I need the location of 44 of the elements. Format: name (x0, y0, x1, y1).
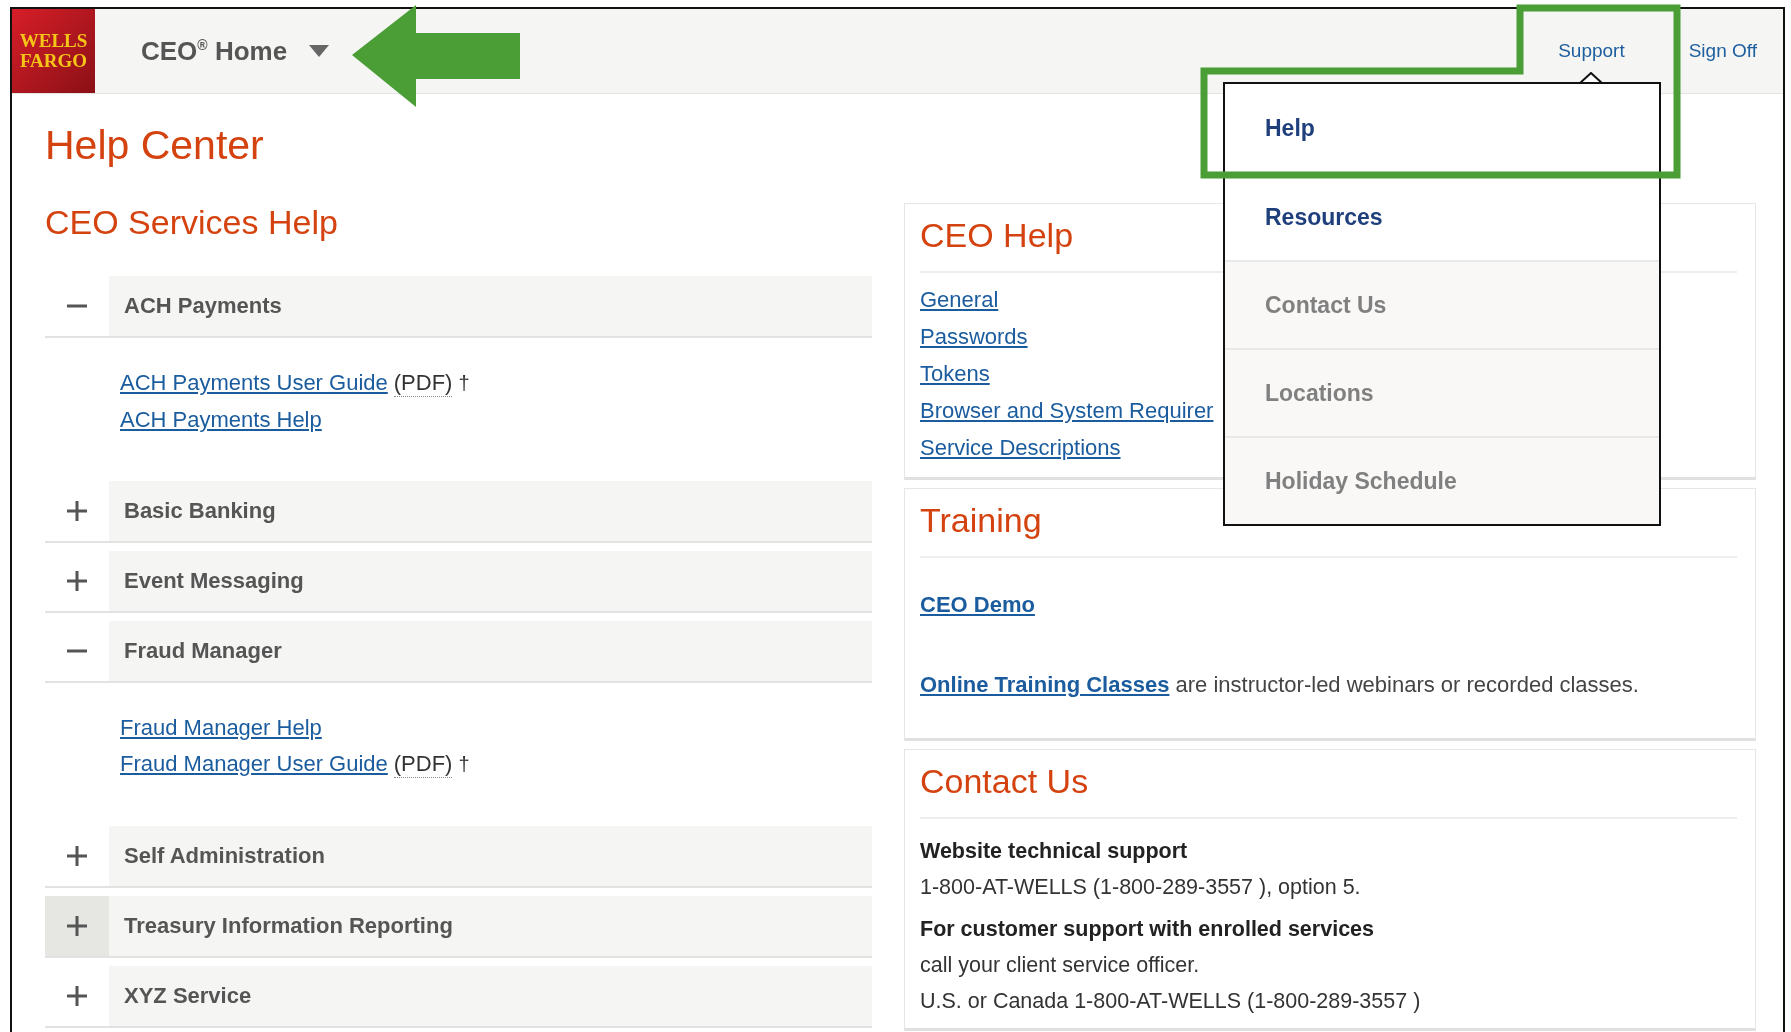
plus-icon[interactable] (67, 846, 87, 866)
accordion-header[interactable]: Treasury Information Reporting (109, 896, 872, 956)
contact-heading: For customer support with enrolled services (920, 917, 1375, 942)
menu-item[interactable]: Contact Us (1225, 260, 1659, 348)
accordion-header[interactable]: XYZ Service (109, 966, 872, 1026)
help-link[interactable]: ACH Payments User Guide (120, 370, 388, 396)
accordion-header[interactable]: Basic Banking (109, 481, 872, 541)
caret-icon (309, 45, 330, 57)
accordion-header[interactable]: ACH Payments (109, 276, 872, 336)
training-description: Online Training Classes are instructor-led webinars or recorded classes. (920, 672, 1640, 698)
help-link[interactable]: Browser and System Requirer (920, 398, 1214, 423)
contact-text: U.S. or Canada 1-800-AT-WELLS (1-800-289-3557 ) (920, 989, 1422, 1014)
footnote-mark: † (458, 753, 470, 776)
demo-link[interactable]: CEO Demo (920, 592, 1035, 617)
file-format: (PDF) (393, 370, 453, 397)
plus-icon[interactable] (67, 916, 87, 936)
accordion-header[interactable]: Fraud Manager (109, 621, 872, 681)
menu-item[interactable]: Locations (1225, 348, 1659, 436)
footnote-mark: † (458, 372, 470, 395)
help-link[interactable]: Passwords (920, 324, 1028, 349)
panel-title: Contact Us (920, 750, 1737, 819)
file-format: (PDF) (393, 751, 453, 778)
nav-link[interactable]: Sign Off (1688, 40, 1757, 62)
nav-link[interactable]: Support (1558, 40, 1625, 62)
help-link[interactable]: Fraud Manager Help (120, 715, 322, 741)
contact-text: 1-800-AT-WELLS (1-800-289-3557 ), option 5. (920, 875, 1362, 900)
help-link[interactable]: Tokens (920, 361, 990, 386)
accordion-header[interactable]: Event Messaging (109, 551, 872, 611)
plus-icon[interactable] (67, 571, 87, 591)
contact-text: call your client service officer. (920, 953, 1201, 978)
plus-icon[interactable] (67, 501, 87, 521)
page-title: Help Center (45, 122, 264, 169)
training-link[interactable]: Online Training Classes (920, 672, 1170, 697)
help-link[interactable]: Fraud Manager User Guide (120, 751, 388, 777)
menu-item[interactable]: Holiday Schedule (1225, 436, 1659, 524)
plus-icon[interactable] (67, 986, 87, 1006)
home-menu[interactable]: CEO$^{®}$ Home (141, 35, 330, 67)
section-title: CEO Services Help (45, 203, 339, 242)
contact-heading: Website technical support (920, 839, 1189, 864)
help-link[interactable]: General (920, 287, 999, 312)
accordion-header[interactable]: Self Administration (109, 826, 872, 886)
help-link[interactable]: ACH Payments Help (120, 407, 322, 433)
logo[interactable]: WELLS FARGO (12, 9, 95, 93)
help-link[interactable]: Service Descriptions (920, 435, 1121, 460)
